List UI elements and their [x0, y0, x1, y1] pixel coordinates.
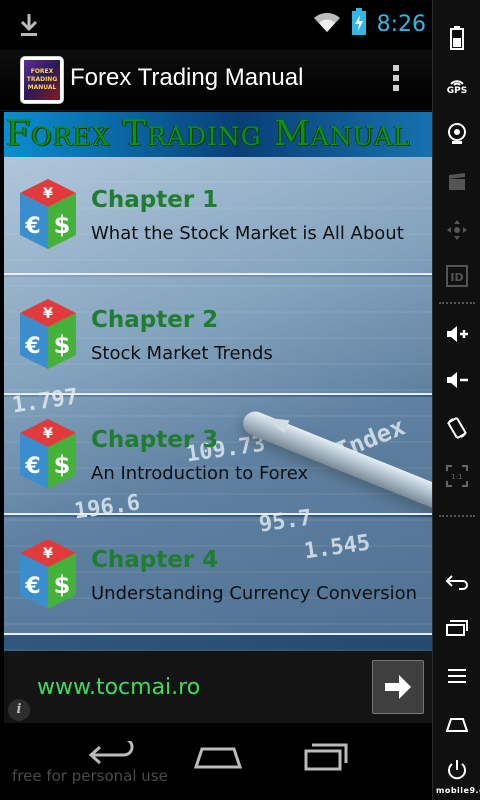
- svg-text:¥: ¥: [43, 186, 53, 202]
- webcam-icon[interactable]: [441, 118, 473, 150]
- rotate-icon[interactable]: [441, 412, 473, 444]
- svg-text:€: €: [24, 334, 40, 359]
- svg-text:1:1: 1:1: [451, 473, 462, 481]
- svg-text:$: $: [54, 211, 71, 239]
- emulator-side-panel: GPS ID 1:1: [432, 0, 480, 800]
- svg-text:$: $: [54, 331, 71, 359]
- ad-info-icon[interactable]: i: [8, 699, 30, 721]
- app-title: Forex Trading Manual: [70, 64, 304, 91]
- side-panel-watermark: mobile9.com: [436, 786, 480, 795]
- gps-icon[interactable]: GPS: [441, 70, 473, 102]
- back-icon[interactable]: [441, 566, 473, 598]
- chapter-subtitle: An Introduction to Forex: [91, 463, 309, 484]
- download-icon: [18, 12, 40, 42]
- chapter-list: 1.797 196.6 109.73 95.7 1.545 Index ¥ € …: [4, 157, 432, 651]
- status-bar: 8:26: [0, 0, 432, 50]
- svg-text:$: $: [54, 571, 71, 599]
- chapter-subtitle: Understanding Currency Conversion: [91, 583, 418, 604]
- divider: [439, 302, 475, 304]
- scale-icon[interactable]: 1:1: [441, 460, 473, 492]
- clock: 8:26: [376, 11, 426, 37]
- home-icon[interactable]: [441, 708, 473, 740]
- chapter-title: Chapter 3: [91, 427, 219, 453]
- battery-charging-icon: [351, 8, 367, 40]
- navigation-bar: free for personal use: [0, 723, 432, 800]
- clapperboard-icon[interactable]: [441, 166, 473, 198]
- chapter-item-2[interactable]: ¥ € $ Chapter 2 Stock Market Trends: [4, 277, 432, 395]
- banner-text: Forex Trading Manual: [6, 114, 411, 154]
- id-icon[interactable]: ID: [441, 260, 473, 292]
- title-banner: Forex Trading Manual: [4, 112, 432, 157]
- svg-text:€: €: [24, 454, 40, 479]
- ad-arrow-button[interactable]: [372, 660, 424, 714]
- svg-text:€: €: [24, 574, 40, 599]
- chapter-title: Chapter 2: [91, 307, 219, 333]
- currency-cube-icon: ¥ € $: [14, 293, 82, 373]
- svg-text:¥: ¥: [43, 426, 53, 442]
- menu-icon[interactable]: [441, 660, 473, 692]
- ad-url[interactable]: www.tocmai.ro: [37, 675, 200, 700]
- battery-icon[interactable]: [441, 22, 473, 54]
- chapter-title: Chapter 1: [91, 187, 219, 213]
- wifi-icon: [313, 11, 341, 37]
- currency-cube-icon: ¥ € $: [14, 413, 82, 493]
- ad-banner[interactable]: www.tocmai.ro i: [4, 651, 432, 723]
- app-screen: 8:26 FOREX TRADING MANUAL Forex Trading …: [0, 0, 432, 800]
- arrow-right-icon: [385, 675, 411, 699]
- chapter-item-3[interactable]: ¥ € $ Chapter 3 An Introduction to Forex: [4, 397, 432, 515]
- chapter-item-4[interactable]: ¥ € $ Chapter 4 Understanding Currency C…: [4, 517, 432, 635]
- currency-cube-icon: ¥ € $: [14, 533, 82, 613]
- svg-text:€: €: [24, 214, 40, 239]
- chapter-item-1[interactable]: ¥ € $ Chapter 1 What the Stock Market is…: [4, 157, 432, 275]
- power-icon[interactable]: [441, 754, 473, 786]
- home-button-icon[interactable]: [192, 741, 244, 775]
- volume-up-icon[interactable]: [441, 318, 473, 350]
- gps-label: GPS: [446, 86, 468, 96]
- recent-apps-icon[interactable]: [441, 612, 473, 644]
- chapter-title: Chapter 4: [91, 547, 219, 573]
- svg-text:ID: ID: [450, 271, 463, 284]
- chapter-subtitle: Stock Market Trends: [91, 343, 273, 364]
- volume-down-icon[interactable]: [441, 364, 473, 396]
- app-logo-text: FOREX TRADING MANUAL: [26, 68, 58, 91]
- chapter-subtitle: What the Stock Market is All About: [91, 223, 404, 244]
- recent-apps-button-icon[interactable]: [302, 741, 350, 775]
- divider: [439, 515, 475, 517]
- svg-text:$: $: [54, 451, 71, 479]
- action-bar: FOREX TRADING MANUAL Forex Trading Manua…: [0, 50, 432, 111]
- dpad-icon[interactable]: [441, 214, 473, 246]
- svg-text:¥: ¥: [43, 306, 53, 322]
- currency-cube-icon: ¥ € $: [14, 173, 82, 253]
- watermark-text: free for personal use: [12, 767, 168, 785]
- overflow-menu-icon[interactable]: [386, 62, 406, 98]
- app-logo[interactable]: FOREX TRADING MANUAL: [20, 56, 64, 104]
- svg-text:¥: ¥: [43, 546, 53, 562]
